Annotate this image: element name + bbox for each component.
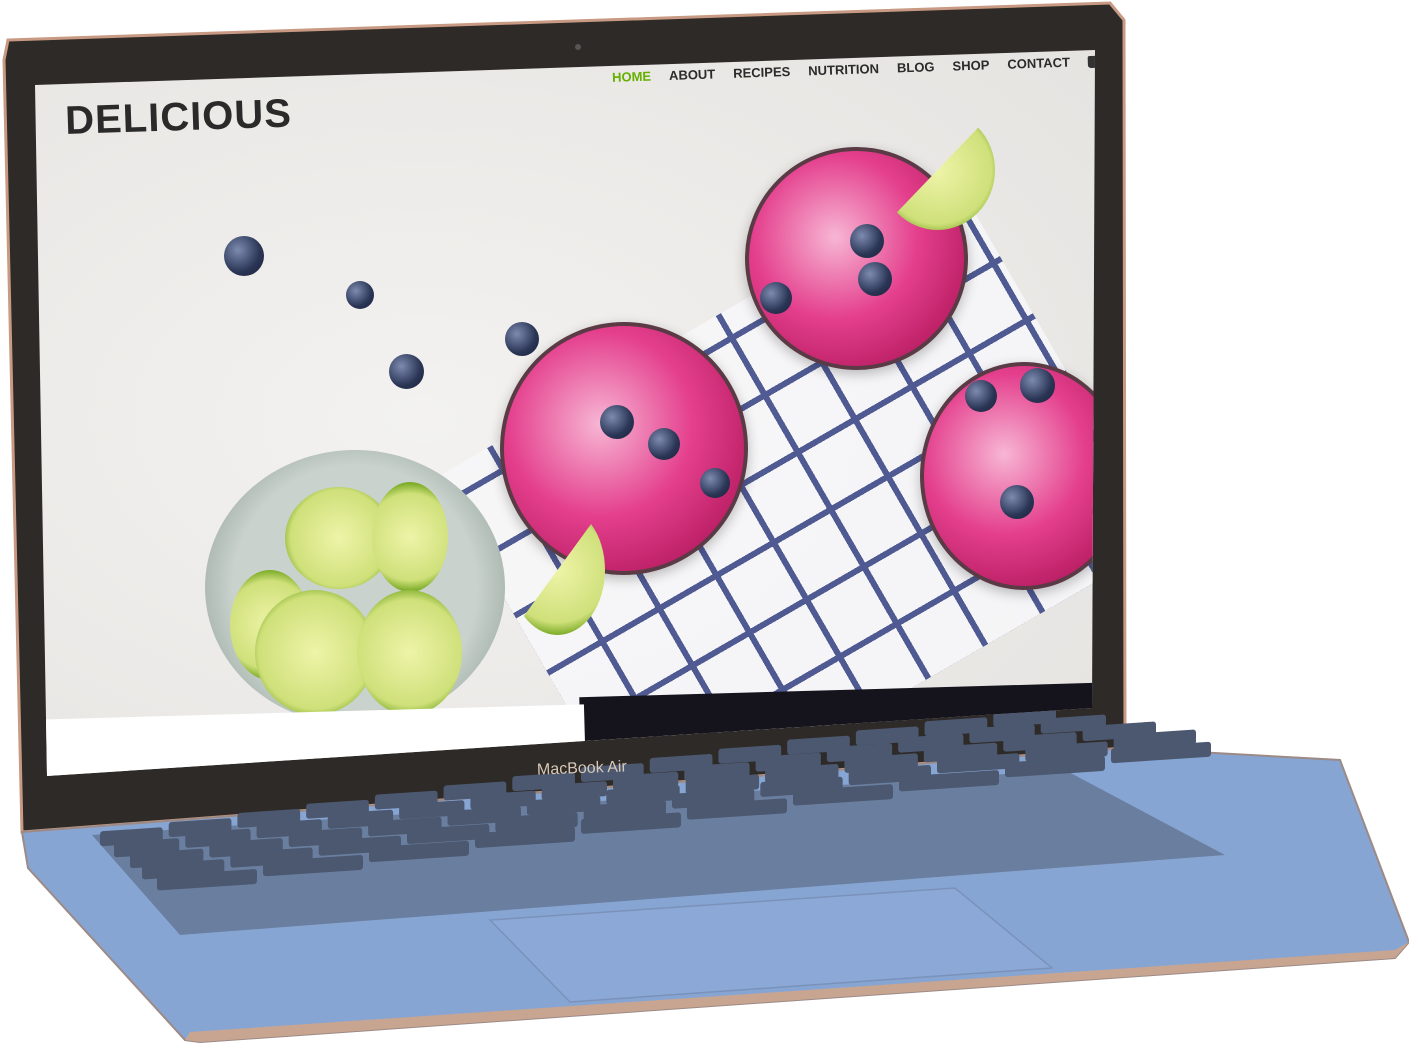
nav-about[interactable]: ABOUT — [669, 66, 716, 83]
nav-blog[interactable]: BLOG — [897, 59, 935, 75]
device-brand-label: MacBook Air — [536, 758, 628, 779]
nav-nutrition[interactable]: NUTRITION — [808, 61, 879, 78]
camera — [575, 44, 581, 50]
nav-shop[interactable]: SHOP — [952, 57, 989, 73]
site-logo[interactable]: DELICIOUS — [64, 92, 292, 144]
nav-home[interactable]: HOME — [612, 69, 651, 85]
nav-recipes[interactable]: RECIPES — [733, 64, 791, 81]
nav-contact[interactable]: CONTACT — [1007, 55, 1070, 72]
